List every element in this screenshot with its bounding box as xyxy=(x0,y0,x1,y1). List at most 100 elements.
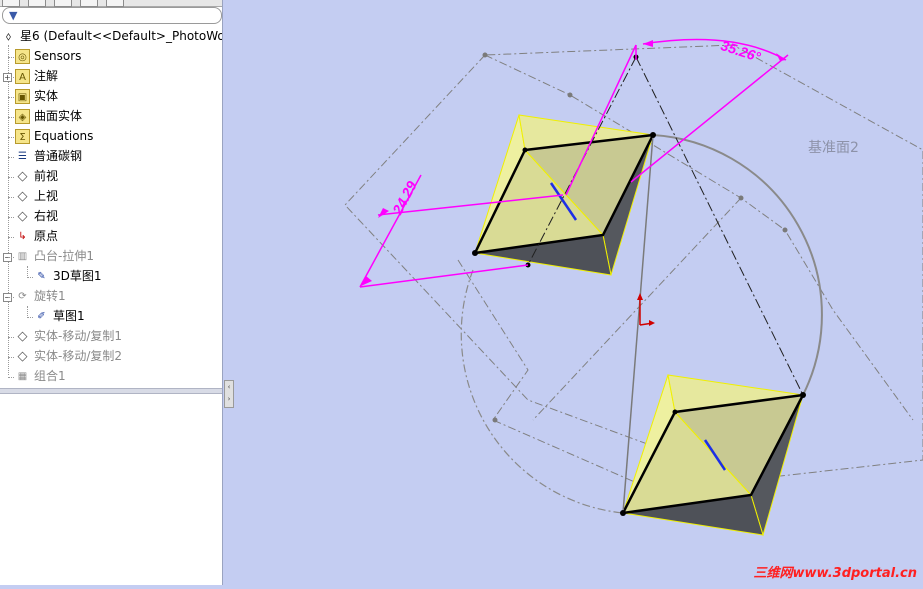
graphics-viewport[interactable]: 35.26° 24.29 基准面2 xyxy=(233,0,923,585)
tree-item-16[interactable]: ◇ 实体-移动/复制2 xyxy=(15,347,222,366)
tree-item-5[interactable]: Σ Equations xyxy=(15,127,222,146)
surface-bodies-icon: ◈ xyxy=(15,109,30,124)
vertex xyxy=(650,132,656,138)
move-copy-icon: ◇ xyxy=(17,329,28,344)
tree-root[interactable]: ⬨ 星6 (Default<<Default>_PhotoWor xyxy=(0,27,223,45)
tree-item-label: Sensors xyxy=(34,49,82,63)
tree-item-label: 草图1 xyxy=(53,309,85,323)
revolve-arc-hidden xyxy=(460,269,624,514)
sketch-icon: ✐ xyxy=(37,311,46,322)
sensors-icon: ◎ xyxy=(15,49,30,64)
tree-item-label: 前视 xyxy=(34,169,59,183)
tree-item-7[interactable]: ◇ 前视 xyxy=(15,167,222,186)
material-icon: ☰ xyxy=(18,151,27,162)
tree-item-1[interactable]: ◎ Sensors xyxy=(15,47,222,66)
tree-connector xyxy=(8,177,14,178)
tree-connector xyxy=(8,97,14,98)
tree-item-label: Equations xyxy=(34,129,94,143)
tree-item-3[interactable]: ▣ 实体 xyxy=(15,87,222,106)
vertex xyxy=(672,409,678,415)
tree-item-14[interactable]: ✐ 草图1 xyxy=(34,307,222,326)
angle-dimension-arc xyxy=(642,38,787,61)
tree-item-17[interactable]: ▦ 组合1 xyxy=(15,367,222,386)
tree-connector xyxy=(8,157,14,158)
reference-plane xyxy=(344,44,923,481)
tree-connector xyxy=(8,357,14,358)
vertex xyxy=(472,250,478,256)
axis-line xyxy=(635,56,804,396)
solid-bodies-icon: ▣ xyxy=(15,89,30,104)
tree-connector xyxy=(27,306,28,316)
tree-connector xyxy=(8,377,14,378)
part-icon: ⬨ xyxy=(5,29,12,43)
panel-separator[interactable] xyxy=(0,388,222,394)
filter-row: ▼ xyxy=(0,6,222,24)
tree-connector xyxy=(8,217,14,218)
combine-icon: ▦ xyxy=(17,371,28,382)
dimension-arrow xyxy=(378,208,389,218)
dimension-line xyxy=(359,264,529,288)
dimension-arrow xyxy=(643,40,653,47)
filter-icon: ▼ xyxy=(9,9,18,22)
tree-item-label: 右视 xyxy=(34,209,59,223)
tree-connector xyxy=(8,137,14,138)
origin-arrow xyxy=(637,293,643,300)
tree-item-15[interactable]: ◇ 实体-移动/复制1 xyxy=(15,327,222,346)
3dsketch-icon: ✎ xyxy=(37,271,46,282)
tree-item-label: 实体-移动/复制2 xyxy=(34,349,123,363)
tree-item-label: 上视 xyxy=(34,189,59,203)
plane-icon: ◇ xyxy=(17,189,28,204)
tree-item-label: 凸台-拉伸1 xyxy=(34,249,94,263)
plane-label[interactable]: 基准面2 xyxy=(808,139,859,156)
tree-item-label: 实体 xyxy=(34,89,59,103)
tree-connector xyxy=(8,237,14,238)
angle-dimension-text[interactable]: 35.26° xyxy=(719,37,763,65)
sketch-point xyxy=(782,227,788,233)
tree-connector xyxy=(8,45,9,375)
vertex xyxy=(620,510,626,516)
tree-item-6[interactable]: ☰ 普通碳钢 xyxy=(15,147,222,166)
extrude-icon: ▥ xyxy=(17,251,28,262)
sketch-point xyxy=(567,92,573,98)
tree-connector xyxy=(27,266,28,276)
tree-item-8[interactable]: ◇ 上视 xyxy=(15,187,222,206)
tree-connector xyxy=(8,257,14,258)
model-view: 35.26° 24.29 基准面2 xyxy=(344,37,923,537)
vertex xyxy=(800,392,806,398)
plane-icon: ◇ xyxy=(17,209,28,224)
tree-item-10[interactable]: ↳ 原点 xyxy=(15,227,222,246)
tree-item-label: 注解 xyxy=(34,69,59,83)
tree-item-label: 组合1 xyxy=(34,369,66,383)
tree-connector xyxy=(8,57,14,58)
filter-input[interactable]: ▼ xyxy=(2,7,222,24)
move-copy-icon: ◇ xyxy=(17,349,28,364)
watermark: 三维网www.3dportal.cn xyxy=(753,566,917,581)
tree-item-9[interactable]: ◇ 右视 xyxy=(15,207,222,226)
length-dimension-text[interactable]: 24.29 xyxy=(389,178,420,218)
plane-icon: ◇ xyxy=(17,169,28,184)
origin-icon: ↳ xyxy=(18,231,27,242)
tree-item-label: 曲面实体 xyxy=(34,109,83,123)
tree-item-label: 原点 xyxy=(34,229,59,243)
tree-root-label: 星6 (Default<<Default>_PhotoWor xyxy=(20,29,223,43)
tree-item-11[interactable]: ▥ 凸台-拉伸1 xyxy=(15,247,222,266)
tree-connector xyxy=(8,337,14,338)
feature-manager-panel: ▼ ⬨ 星6 (Default<<Default>_PhotoWor ◎ Senso… xyxy=(0,0,223,585)
sketch-point xyxy=(482,52,488,58)
tree-item-2[interactable]: A 注解 xyxy=(15,67,222,86)
tree-item-12[interactable]: ✎ 3D草图1 xyxy=(34,267,222,286)
tree-connector xyxy=(8,77,14,78)
dimension-line xyxy=(630,54,789,183)
tree-item-label: 实体-移动/复制1 xyxy=(34,329,123,343)
sketch-point xyxy=(738,195,744,201)
tree-item-label: 普通碳钢 xyxy=(34,149,83,163)
panel-splitter[interactable] xyxy=(223,0,233,585)
tree-item-13[interactable]: ⟳ 旋转1 xyxy=(15,287,222,306)
tree-connector xyxy=(27,277,33,278)
tree-item-4[interactable]: ◈ 曲面实体 xyxy=(15,107,222,126)
revolve-icon: ⟳ xyxy=(18,291,27,302)
origin-arrow xyxy=(649,320,655,326)
tree-connector xyxy=(8,297,14,298)
vertex xyxy=(522,147,528,153)
equations-icon: Σ xyxy=(15,129,30,144)
